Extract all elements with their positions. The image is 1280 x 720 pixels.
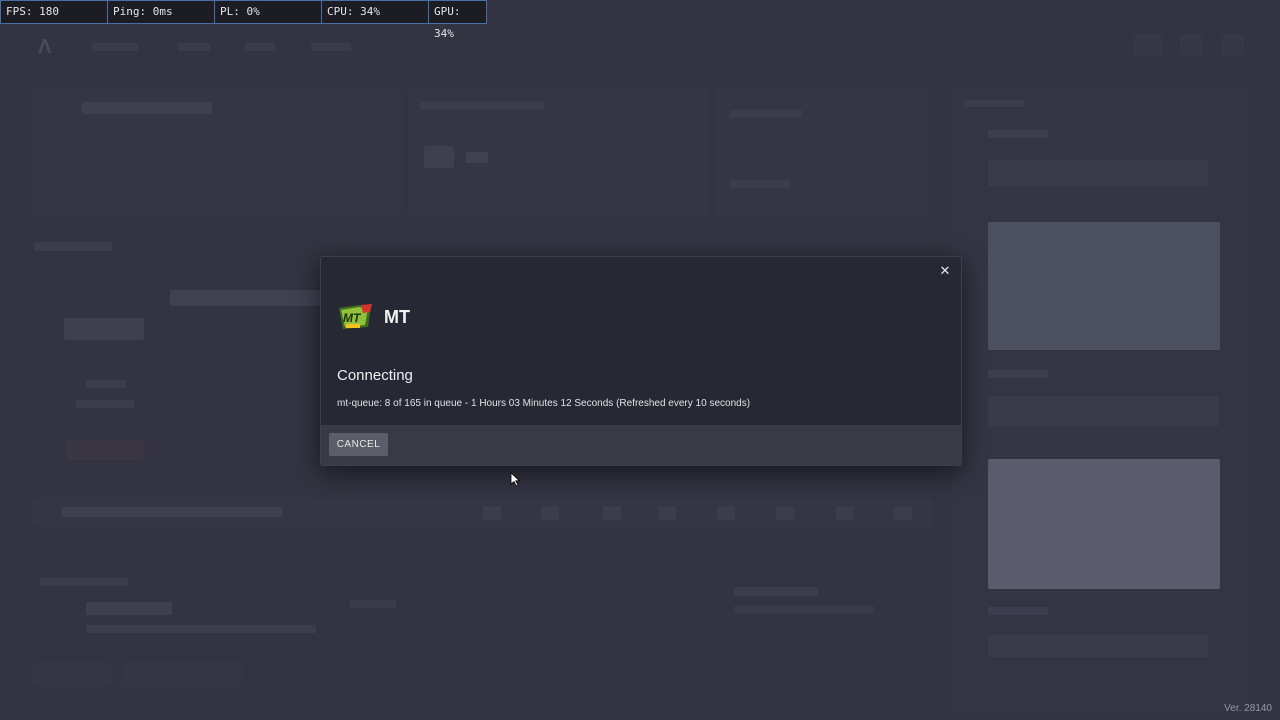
- packet-loss-stat: PL: 0%: [215, 1, 322, 23]
- fps-stat: FPS: 180: [1, 1, 108, 23]
- queue-status-message: mt-queue: 8 of 165 in queue - 1 Hours 03…: [337, 398, 751, 409]
- version-label: Ver. 28140: [1224, 703, 1272, 714]
- server-name: MT: [384, 306, 410, 327]
- close-icon[interactable]: ✕: [937, 263, 953, 279]
- server-logo: MT: [337, 303, 373, 331]
- gpu-stat: GPU: 34%: [434, 5, 461, 40]
- connecting-dialog: ✕ MT MT Connecting mt-queue: 8 of 165 in…: [320, 256, 962, 466]
- performance-stats-bar: FPS: 180 Ping: 0ms PL: 0% CPU: 34% GPU: …: [0, 0, 487, 40]
- dialog-footer: CANCEL: [321, 425, 961, 465]
- ping-stat: Ping: 0ms: [108, 1, 215, 23]
- mouse-cursor-icon: [510, 472, 521, 487]
- connection-status-title: Connecting: [337, 367, 413, 384]
- cpu-stat: CPU: 34%: [322, 1, 429, 23]
- server-header: MT MT: [337, 302, 410, 332]
- svg-text:MT: MT: [343, 311, 362, 325]
- cancel-button[interactable]: CANCEL: [329, 433, 388, 456]
